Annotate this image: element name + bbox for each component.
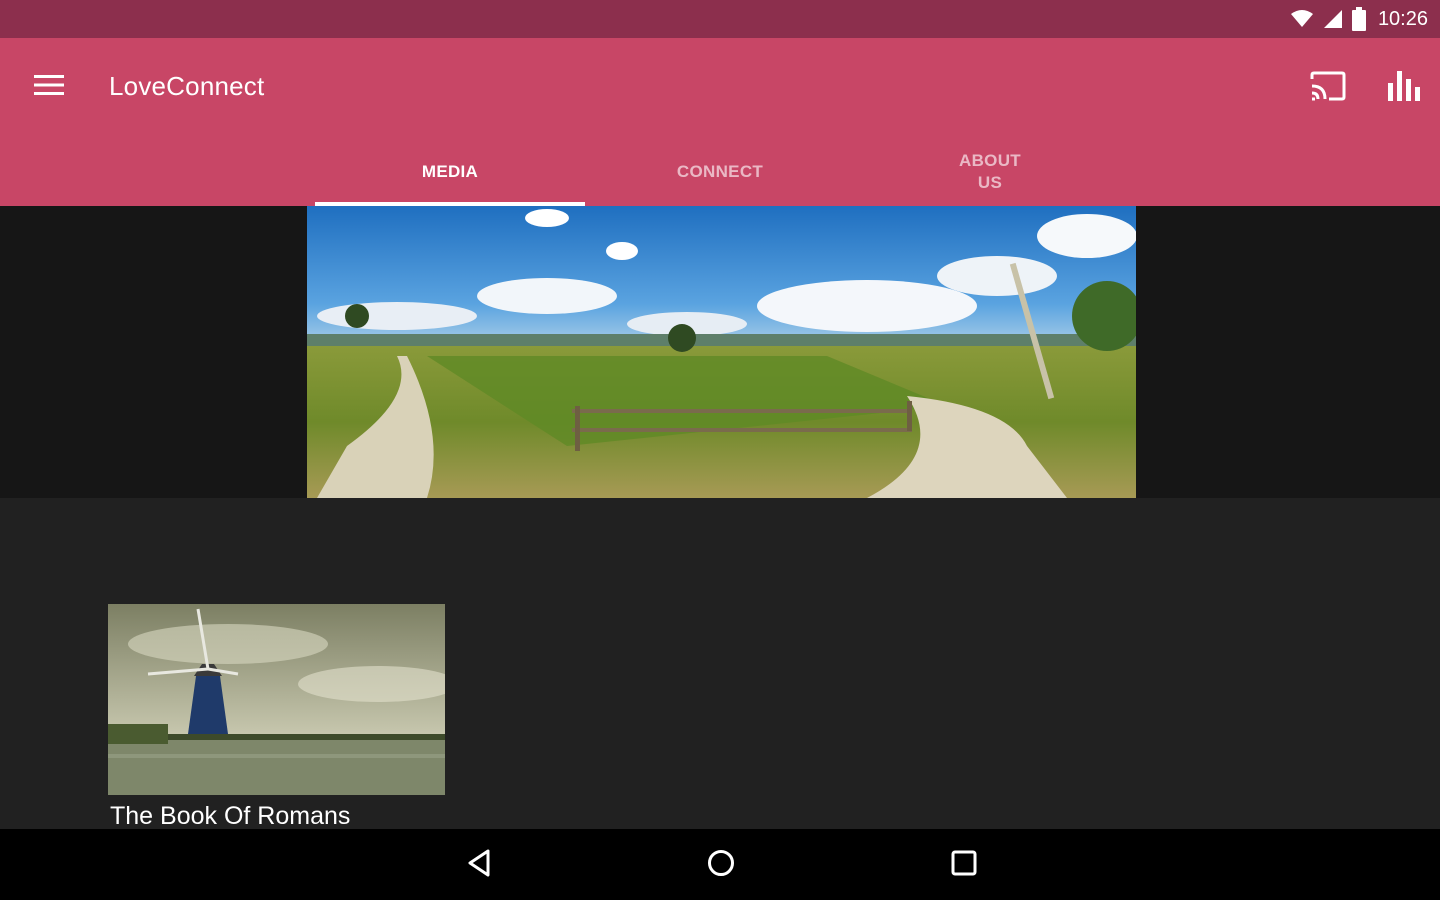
recents-button[interactable]: [934, 841, 994, 889]
cast-icon: [1309, 71, 1347, 106]
back-icon: [466, 849, 492, 882]
status-time: 10:26: [1377, 7, 1428, 30]
home-icon: [707, 849, 735, 882]
media-item-title: The Book Of Romans: [110, 802, 351, 830]
status-bar: 10:26: [0, 0, 1440, 38]
app-bar: LoveConnect MEDIA CONNECT ABOUT US: [0, 38, 1440, 206]
app-title: LoveConnect: [109, 71, 265, 101]
stats-button[interactable]: [1382, 68, 1430, 108]
banner-area: [0, 206, 1440, 498]
battery-icon: [1351, 7, 1366, 31]
back-button[interactable]: [449, 841, 509, 889]
banner-image: [307, 206, 1136, 498]
wifi-icon: [1290, 9, 1314, 29]
recents-icon: [951, 850, 977, 881]
media-item[interactable]: The Book Of Romans: [108, 604, 446, 830]
bar-chart-icon: [1388, 70, 1424, 106]
hamburger-menu-icon: [34, 74, 64, 101]
tab-media-label: MEDIA: [421, 162, 479, 181]
tab-about-us[interactable]: ABOUT US: [855, 138, 1125, 206]
tab-media[interactable]: MEDIA: [315, 138, 585, 206]
signal-icon: [1322, 9, 1344, 29]
tab-connect[interactable]: CONNECT: [585, 138, 855, 206]
cast-button[interactable]: [1304, 68, 1352, 108]
menu-button[interactable]: [22, 66, 76, 108]
system-nav-bar: [0, 829, 1440, 900]
home-button[interactable]: [691, 841, 751, 889]
tab-connect-label: CONNECT: [676, 162, 764, 181]
tab-about-us-label: ABOUT US: [959, 151, 1021, 192]
status-icons: 10:26: [1290, 0, 1428, 38]
media-thumbnail: [108, 604, 445, 795]
